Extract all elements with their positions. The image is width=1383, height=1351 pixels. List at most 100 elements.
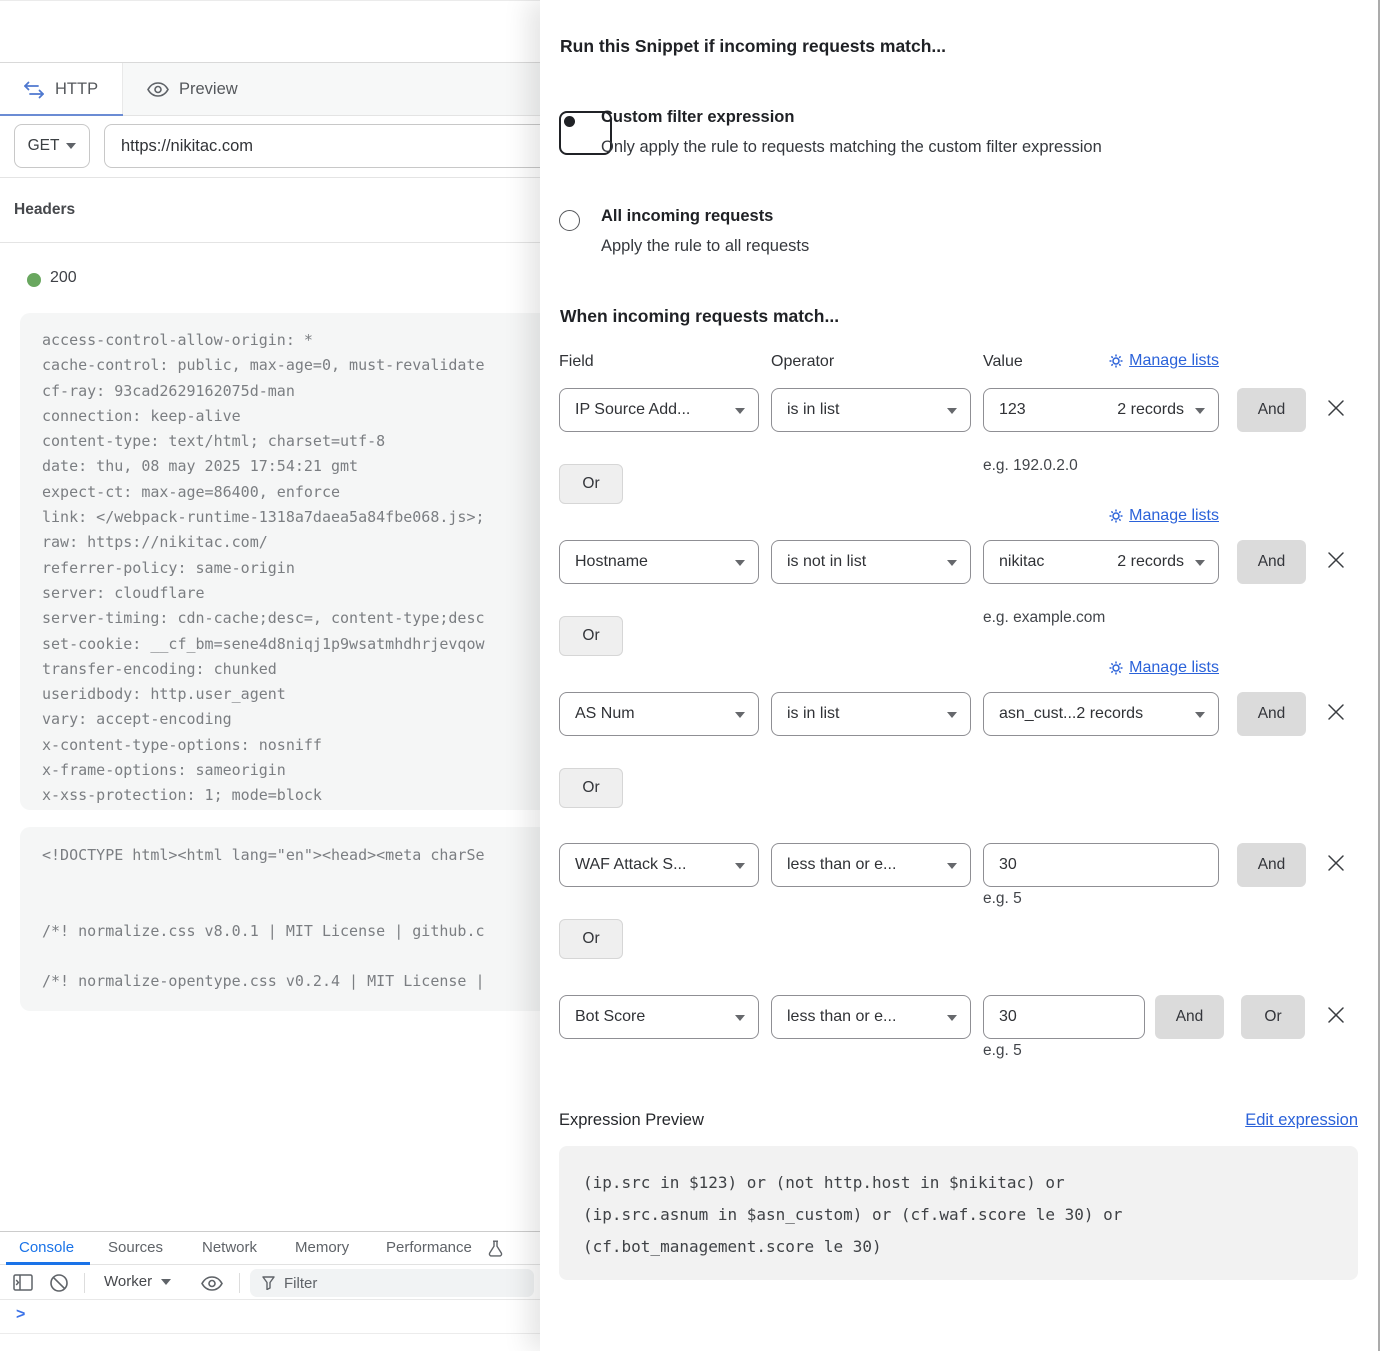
chevron-down-icon: [66, 143, 76, 149]
and-button[interactable]: And: [1237, 388, 1306, 432]
gear-icon: [1109, 661, 1123, 675]
console-prompt[interactable]: >: [16, 1306, 25, 1324]
tab-performance[interactable]: Performance: [386, 1239, 472, 1256]
value-input[interactable]: 30: [983, 995, 1145, 1039]
value-list-select[interactable]: 1232 records: [983, 388, 1219, 432]
flask-icon: [488, 1240, 503, 1257]
chevron-down-icon: [947, 408, 957, 414]
headers-section-header: Headers: [0, 178, 540, 243]
devtools-drawer: Console Sources Network Memory Performan…: [0, 1231, 540, 1351]
url-input[interactable]: [104, 124, 540, 168]
headers-section-title: Headers: [14, 201, 75, 219]
field-select[interactable]: WAF Attack S...: [559, 843, 759, 887]
field-select[interactable]: Bot Score: [559, 995, 759, 1039]
and-button[interactable]: And: [1237, 692, 1306, 736]
top-toolbar: [0, 1, 540, 63]
or-button[interactable]: Or: [559, 464, 623, 504]
operator-select[interactable]: is not in list: [771, 540, 971, 584]
dock-sidebar-icon[interactable]: [13, 1274, 33, 1291]
list-record-count: 2 records: [1076, 705, 1143, 723]
and-button[interactable]: And: [1237, 843, 1306, 887]
edit-expression-link[interactable]: Edit expression: [1245, 1111, 1358, 1130]
tab-preview[interactable]: Preview: [123, 63, 238, 116]
manage-lists-link[interactable]: Manage lists: [1109, 352, 1219, 370]
list-name: 123: [999, 401, 1117, 419]
field-select-value: AS Num: [575, 705, 724, 723]
manage-lists-label: Manage lists: [1129, 659, 1219, 677]
manage-lists-label: Manage lists: [1129, 352, 1219, 370]
value-text: 30: [999, 1008, 1017, 1026]
remove-condition-button[interactable]: [1327, 399, 1347, 419]
column-label-field: Field: [559, 353, 594, 371]
clear-console-icon[interactable]: [49, 1273, 69, 1293]
console-filter[interactable]: [250, 1269, 534, 1297]
list-record-count: 2 records: [1117, 401, 1184, 419]
filter-input[interactable]: [284, 1275, 484, 1292]
manage-lists-link[interactable]: Manage lists: [1109, 507, 1219, 525]
chevron-down-icon: [735, 1015, 745, 1021]
radio-custom-filter-label[interactable]: Custom filter expression: [601, 108, 794, 127]
or-append-button[interactable]: Or: [1241, 995, 1305, 1039]
column-label-operator: Operator: [771, 353, 834, 371]
tab-console[interactable]: Console: [19, 1239, 74, 1256]
tab-sources[interactable]: Sources: [108, 1239, 163, 1256]
value-hint: e.g. 5: [983, 890, 1022, 908]
remove-condition-button[interactable]: [1327, 1006, 1347, 1026]
gear-icon: [1109, 354, 1123, 368]
close-icon: [1327, 854, 1345, 872]
operator-select-value: less than or e...: [787, 856, 936, 874]
operator-select-value: is in list: [787, 401, 936, 419]
value-list-select[interactable]: asn_cust...2 records: [983, 692, 1219, 736]
devtools-toolbar: Worker: [0, 1266, 540, 1300]
radio-all-requests[interactable]: [559, 210, 580, 231]
console-tab-underline: [6, 1262, 90, 1265]
manage-lists-label: Manage lists: [1129, 507, 1219, 525]
expression-preview-label: Expression Preview: [559, 1111, 704, 1130]
tab-network[interactable]: Network: [202, 1239, 257, 1256]
and-button[interactable]: And: [1237, 540, 1306, 584]
swap-arrows-icon: [23, 81, 45, 99]
operator-select[interactable]: less than or e...: [771, 843, 971, 887]
operator-select[interactable]: less than or e...: [771, 995, 971, 1039]
value-hint: e.g. 192.0.2.0: [983, 457, 1078, 475]
or-button[interactable]: Or: [559, 768, 623, 808]
remove-condition-button[interactable]: [1327, 703, 1347, 723]
field-select[interactable]: AS Num: [559, 692, 759, 736]
worker-label: Worker: [104, 1273, 152, 1290]
close-icon: [1327, 1006, 1345, 1024]
operator-select-value: less than or e...: [787, 1008, 936, 1026]
worker-dropdown[interactable]: Worker: [104, 1273, 171, 1290]
close-icon: [1327, 703, 1345, 721]
chevron-down-icon: [735, 408, 745, 414]
toolbar-divider: [84, 1273, 85, 1293]
radio-all-requests-label[interactable]: All incoming requests: [601, 207, 773, 226]
value-list-select[interactable]: nikitac2 records: [983, 540, 1219, 584]
operator-select[interactable]: is in list: [771, 388, 971, 432]
remove-condition-button[interactable]: [1327, 854, 1347, 874]
tab-http[interactable]: HTTP: [0, 63, 123, 116]
field-select-value: WAF Attack S...: [575, 856, 724, 874]
or-button[interactable]: Or: [559, 616, 623, 656]
gear-icon: [1109, 509, 1123, 523]
remove-condition-button[interactable]: [1327, 551, 1347, 571]
eye-icon: [147, 82, 169, 97]
manage-lists-link[interactable]: Manage lists: [1109, 659, 1219, 677]
chevron-down-icon: [947, 863, 957, 869]
radio-custom-filter-desc: Only apply the rule to requests matching…: [601, 138, 1102, 157]
screen: HTTP Preview GET Headers 200 access-cont…: [0, 0, 1383, 1351]
radio-all-requests-desc: Apply the rule to all requests: [601, 237, 809, 256]
match-heading: When incoming requests match...: [560, 306, 839, 327]
eye-watch-icon[interactable]: [201, 1276, 223, 1291]
field-select[interactable]: IP Source Add...: [559, 388, 759, 432]
chevron-down-icon: [947, 1015, 957, 1021]
method-dropdown[interactable]: GET: [14, 124, 90, 168]
response-headers-text: access-control-allow-origin: * cache-con…: [42, 328, 540, 809]
response-headers-block: access-control-allow-origin: * cache-con…: [20, 313, 540, 810]
operator-select[interactable]: is in list: [771, 692, 971, 736]
value-input[interactable]: 30: [983, 843, 1219, 887]
field-select[interactable]: Hostname: [559, 540, 759, 584]
and-button[interactable]: And: [1155, 995, 1224, 1039]
tab-memory[interactable]: Memory: [295, 1239, 349, 1256]
chevron-down-icon: [1195, 408, 1205, 414]
or-button[interactable]: Or: [559, 919, 623, 959]
